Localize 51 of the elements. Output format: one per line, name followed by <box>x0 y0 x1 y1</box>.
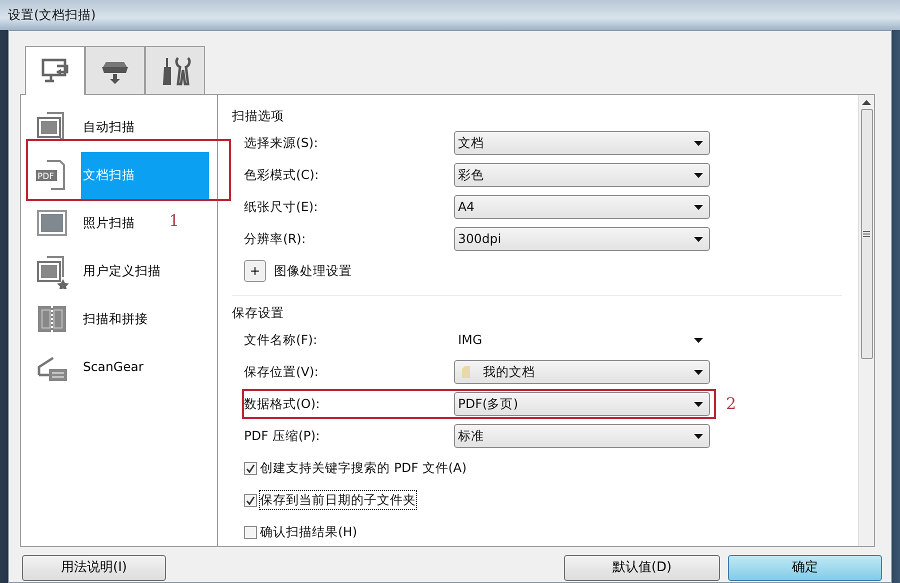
checkbox-label[interactable]: 保存到当前日期的子文件夹 <box>260 490 416 510</box>
checkbox[interactable] <box>244 526 257 538</box>
field-label: 分辨率(R): <box>244 230 307 248</box>
checkbox[interactable] <box>244 462 257 474</box>
caret-icon <box>694 370 703 374</box>
dropdown[interactable]: 标准 <box>454 424 710 448</box>
dropdown[interactable]: 文档 <box>454 131 710 155</box>
sidebar-item[interactable]: 自动扫描 <box>21 103 217 151</box>
dropdown[interactable]: 彩色 <box>454 163 710 187</box>
checkbox-label[interactable]: 确认扫描结果(H) <box>260 522 358 542</box>
tab[interactable] <box>25 46 85 95</box>
field-label: 文件名称(F): <box>244 330 318 349</box>
grip-icon <box>863 231 870 237</box>
field-label: 图像处理设置 <box>274 262 352 280</box>
caret-icon <box>694 338 703 342</box>
folder-icon <box>461 365 471 379</box>
section-title: 扫描选项 <box>232 106 284 125</box>
sidebar-item[interactable]: 扫描和拼接 <box>21 295 217 343</box>
expand-button[interactable]: + <box>244 260 266 282</box>
caret-icon <box>694 172 703 178</box>
window-title: 设置(文档扫描) <box>8 6 96 24</box>
field-label: 保存位置(V): <box>244 362 320 381</box>
button[interactable]: 确定 <box>728 555 882 581</box>
dropdown[interactable]: 我的文档 <box>454 360 710 384</box>
field-label: 色彩模式(C): <box>244 166 320 184</box>
tab[interactable] <box>145 46 205 94</box>
sidebar-item[interactable]: ScanGear <box>21 343 217 391</box>
field-label: PDF 压缩(P): <box>244 426 321 445</box>
callout-number: 2 <box>726 393 736 415</box>
field-label: 选择来源(S): <box>244 134 319 152</box>
caret-icon <box>694 402 703 406</box>
field-label: 纸张尺寸(E): <box>244 198 319 216</box>
field-label: 数据格式(O): <box>244 394 321 413</box>
callout-number: 1 <box>169 210 180 232</box>
dropdown[interactable]: A4 <box>454 195 710 219</box>
dropdown[interactable]: PDF(多页) <box>454 392 710 416</box>
button[interactable]: 用法说明(I) <box>22 555 166 581</box>
checkbox[interactable] <box>244 494 257 506</box>
checkbox-label[interactable]: 创建支持关键字搜索的 PDF 文件(A) <box>260 458 467 478</box>
scroll-up-icon[interactable] <box>862 99 871 105</box>
custom-scan-icon <box>35 253 71 289</box>
caret-icon <box>694 434 703 438</box>
caret-icon <box>694 204 703 210</box>
section-title: 保存设置 <box>232 304 284 322</box>
dropdown[interactable]: 300dpi <box>454 227 710 251</box>
sidebar-item[interactable]: 用户定义扫描 <box>21 247 217 295</box>
caret-icon <box>694 140 703 146</box>
caret-icon <box>694 236 703 242</box>
scrollbar[interactable] <box>858 95 874 546</box>
button[interactable]: 默认值(D) <box>564 555 720 581</box>
tab[interactable] <box>85 46 145 94</box>
